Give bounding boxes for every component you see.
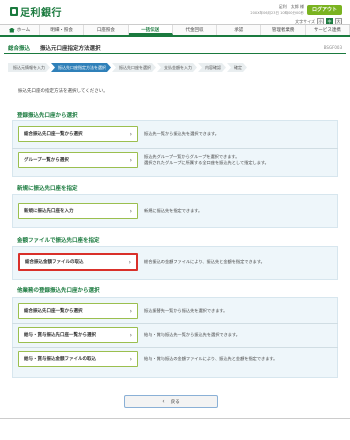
option-description: 新規に振込先を指定できます。 bbox=[144, 208, 203, 213]
select-from-payee-list-button[interactable]: 総合振込先口座一覧から選択 › bbox=[18, 126, 138, 142]
step-2: 振込先口座指定方法を選択 bbox=[51, 63, 111, 72]
divider bbox=[12, 323, 338, 324]
chevron-right-icon: › bbox=[129, 207, 132, 215]
option-description: 総合振込の金額ファイルにより、振込先と金額を指定できます。 bbox=[144, 259, 265, 264]
section-title-new: 新規に振込先口座を指定 bbox=[17, 186, 78, 192]
chevron-right-icon: › bbox=[129, 355, 132, 363]
step-4: 支払金額を入力 bbox=[157, 63, 197, 72]
progress-steps: 振込元情報を入力 振込先口座指定方法を選択 振込先口座を選択 支払金額を入力 内… bbox=[8, 63, 342, 72]
divider bbox=[12, 347, 338, 348]
footer-divider bbox=[0, 418, 350, 419]
page-title: 総合振込 bbox=[8, 45, 31, 52]
nav-statements[interactable]: 明細・照会 bbox=[40, 25, 85, 35]
import-amount-file-button[interactable]: 総合振込金額ファイルの取込 › bbox=[18, 253, 138, 271]
step-6: 確定 bbox=[227, 63, 247, 72]
chevron-right-icon: › bbox=[129, 331, 132, 339]
select-from-salary-payee-list-button[interactable]: 給与・賞与振込先口座一覧から選択 › bbox=[18, 327, 138, 343]
back-button[interactable]: ‹ 戻る bbox=[124, 395, 218, 408]
section-title-registered: 登録振込先口座から選択 bbox=[17, 113, 78, 119]
bank-logo[interactable]: 足利銀行 bbox=[10, 4, 62, 19]
page-title-bar: 総合振込 振込元口座指定方法選択 BSGF003 bbox=[4, 42, 346, 54]
user-area: 足利 太郎 様 20XX年06月23日 10時00分00秒 ログアウト 文字サイ… bbox=[250, 4, 342, 25]
option-description: 振込先グループ一覧からグループを選択できます。 選択されたグループに所属する全口… bbox=[144, 154, 269, 165]
home-icon bbox=[8, 27, 15, 33]
chevron-right-icon: › bbox=[129, 130, 132, 138]
option-description: 給与・賞与振込先一覧から振込先を選択できます。 bbox=[144, 332, 240, 337]
nav-approval[interactable]: 承認 bbox=[217, 25, 262, 35]
page-subtitle: 振込元口座指定方法選択 bbox=[40, 45, 101, 52]
option-description: 振込先一覧から振込先を選択できます。 bbox=[144, 131, 219, 136]
logout-button[interactable]: ログアウト bbox=[306, 5, 342, 15]
select-from-transfer-list-button[interactable]: 総合振込先口座一覧から選択 › bbox=[18, 303, 138, 319]
nav-account-inquiry[interactable]: 口座照会 bbox=[84, 25, 129, 35]
chevron-right-icon: › bbox=[129, 307, 132, 315]
bank-name: 足利銀行 bbox=[20, 8, 62, 19]
option-description: 振込振替先一覧から振込先を選択できます。 bbox=[144, 308, 228, 313]
nav-service-link[interactable]: サービス連携 bbox=[306, 25, 350, 35]
intro-text: 振込先口座の指定方法を選択してください。 bbox=[18, 89, 108, 94]
bank-logo-mark bbox=[10, 7, 18, 16]
enter-new-payee-button[interactable]: 新規に振込先口座を入力 › bbox=[18, 203, 138, 219]
step-1: 振込元情報を入力 bbox=[8, 63, 50, 72]
section-title-other-services: 他業務の登録振込先口座から選択 bbox=[17, 288, 100, 294]
step-5: 内容確認 bbox=[198, 63, 226, 72]
chevron-right-icon: › bbox=[128, 258, 131, 266]
screen-code: BSGF003 bbox=[323, 45, 342, 50]
nav-collection[interactable]: 代金回収 bbox=[173, 25, 218, 35]
nav-home[interactable]: ホーム bbox=[0, 25, 40, 35]
chevron-left-icon: ‹ bbox=[162, 398, 165, 405]
divider bbox=[12, 148, 338, 149]
last-login: 20XX年06月23日 10時00分00秒 bbox=[250, 11, 304, 15]
nav-admin[interactable]: 管理者業務 bbox=[261, 25, 306, 35]
select-from-group-list-button[interactable]: グループ一覧から選択 › bbox=[18, 152, 138, 168]
chevron-right-icon: › bbox=[129, 156, 132, 164]
nav-bulk-transfer[interactable]: 一括伝送 bbox=[128, 25, 173, 35]
import-salary-amount-file-button[interactable]: 給与・賞与振込金額ファイルの取込 › bbox=[18, 351, 138, 367]
step-3: 振込先口座を選択 bbox=[112, 63, 156, 72]
option-description: 給与・賞与振込の金額ファイルにより、振込先と金額を指定できます。 bbox=[144, 356, 278, 361]
section-title-amount-file: 金額ファイルで振込先口座を指定 bbox=[17, 238, 100, 244]
global-nav: ホーム 明細・照会 口座照会 一括伝送 代金回収 承認 管理者業務 サービス連携 bbox=[0, 24, 350, 37]
